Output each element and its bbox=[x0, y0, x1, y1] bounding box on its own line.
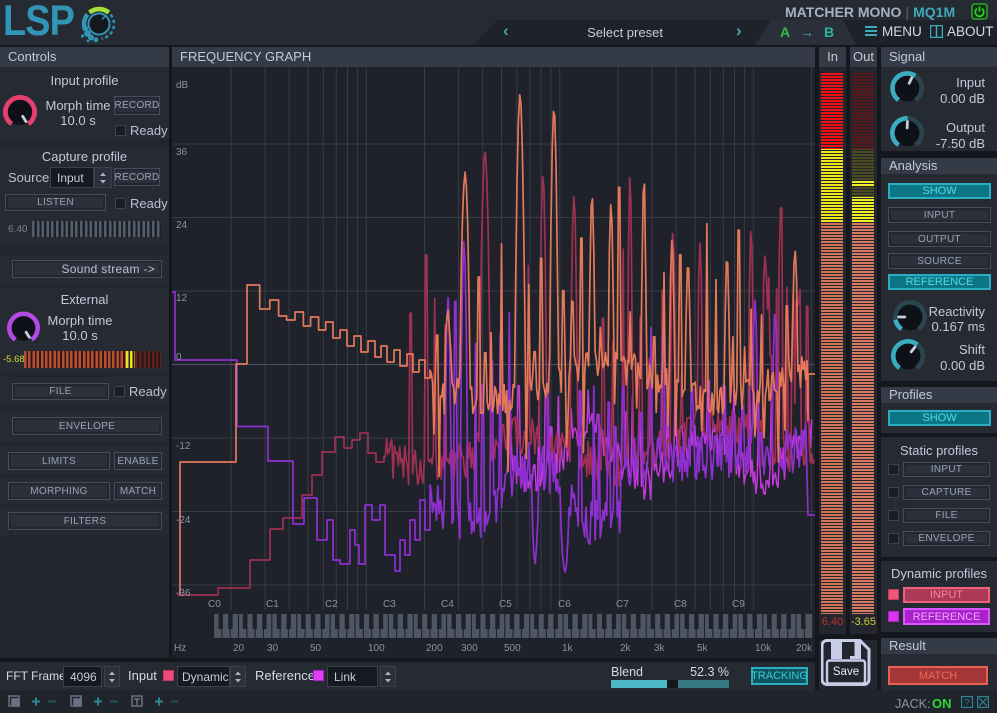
svg-text:?: ? bbox=[964, 698, 969, 708]
